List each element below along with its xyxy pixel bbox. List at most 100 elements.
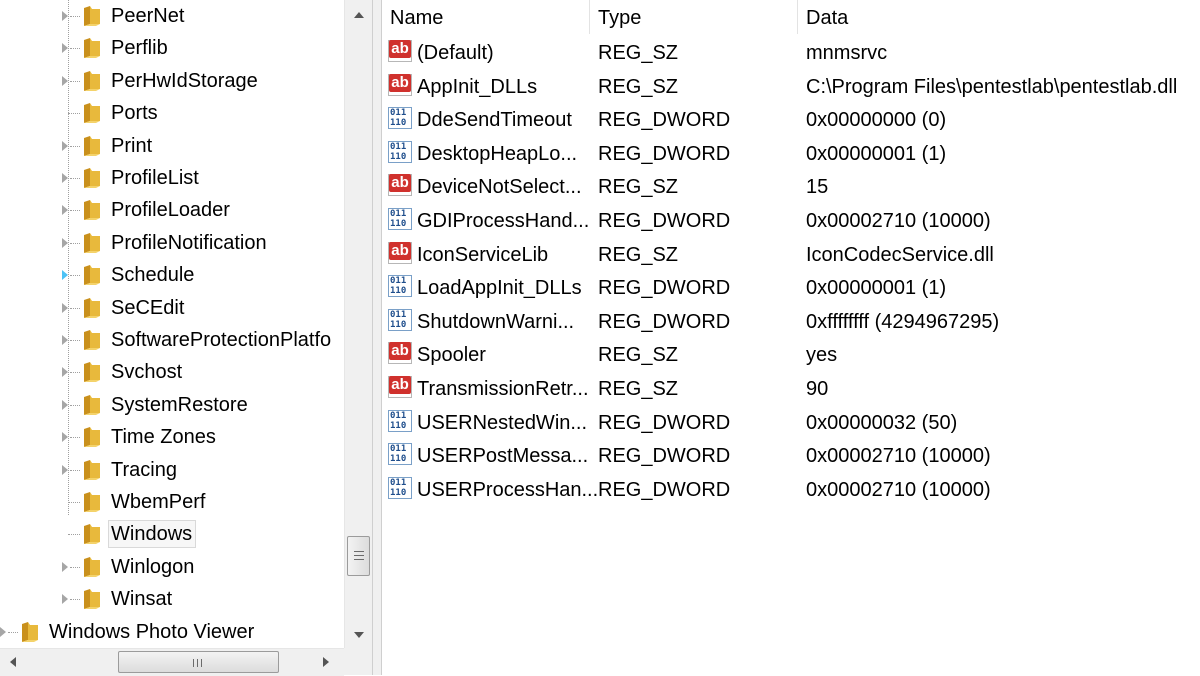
tree-item[interactable]: ProfileNotification xyxy=(0,228,344,258)
horizontal-scroll-thumb[interactable] xyxy=(118,651,279,673)
value-row[interactable]: 011 110 USERNestedWin... REG_DWORD 0x000000… xyxy=(382,406,1200,439)
scroll-up-arrow-icon[interactable] xyxy=(354,12,364,18)
folder-icon xyxy=(82,135,102,157)
icon-glyph: 011 110 xyxy=(390,276,407,297)
value-row[interactable]: ab TransmissionRetr... REG_SZ 90 xyxy=(382,372,1200,405)
value-row[interactable]: 011 110 USERPostMessa... REG_DWORD 0x000027… xyxy=(382,439,1200,472)
tree-connector-line xyxy=(70,599,80,601)
grip-line xyxy=(201,659,202,667)
tree-item[interactable]: WbemPerf xyxy=(0,487,344,517)
tree-item[interactable]: Windows Photo Viewer xyxy=(0,617,344,647)
tree-item[interactable]: Ports xyxy=(0,98,344,128)
value-row[interactable]: 011 110 GDIProcessHand... REG_DWORD 0x00002… xyxy=(382,204,1200,237)
value-data: 0x00000000 (0) xyxy=(806,109,947,132)
tree-item[interactable]: Winlogon xyxy=(0,552,344,582)
icon-glyph: ab xyxy=(389,241,411,260)
expand-arrow-icon[interactable] xyxy=(62,75,68,86)
tree-item-label: SystemRestore xyxy=(111,393,248,416)
value-row[interactable]: ab (Default) REG_SZ mnmsrvc xyxy=(382,36,1200,69)
binary-value-icon: 011 110 xyxy=(388,140,412,163)
tree-connector-line xyxy=(70,145,80,147)
expand-arrow-icon[interactable] xyxy=(62,270,68,281)
tree-connector-line xyxy=(70,80,80,82)
expand-arrow-icon[interactable] xyxy=(62,11,68,21)
scroll-left-arrow-icon[interactable] xyxy=(10,657,16,667)
scroll-right-arrow-icon[interactable] xyxy=(323,657,329,667)
tree-item[interactable]: PerHwIdStorage xyxy=(0,66,344,96)
tree-connector-line xyxy=(68,534,80,536)
icon-glyph: 011 110 xyxy=(390,444,407,465)
column-header-type[interactable]: Type xyxy=(590,0,798,34)
expand-arrow-icon[interactable] xyxy=(62,464,68,475)
vertical-scroll-thumb[interactable] xyxy=(347,536,370,576)
tree-item[interactable]: PeerNet xyxy=(0,1,344,31)
tree-item-label: ProfileLoader xyxy=(111,199,230,222)
expand-arrow-icon[interactable] xyxy=(62,335,68,345)
expand-arrow-icon[interactable] xyxy=(62,173,68,183)
value-data: mnmsrvc xyxy=(806,42,888,64)
value-type: REG_DWORD xyxy=(598,109,731,132)
tree-item[interactable]: SystemRestore xyxy=(0,390,344,420)
expand-arrow-icon[interactable] xyxy=(62,594,68,605)
registry-values-pane: Name Type Data ab (Default) REG_SZ mnmsrvc a… xyxy=(382,0,1200,675)
tree-item[interactable]: Schedule xyxy=(0,260,344,290)
value-row[interactable]: ab IconServiceLib REG_SZ IconCodecService.d… xyxy=(382,238,1200,271)
value-row[interactable]: ab AppInit_DLLs REG_SZ C:\Program Files\pen… xyxy=(382,70,1200,103)
value-row[interactable]: ab DeviceNotSelect... REG_SZ 15 xyxy=(382,170,1200,203)
grip-line xyxy=(354,555,364,556)
scroll-down-arrow-icon[interactable] xyxy=(354,632,364,638)
value-name: TransmissionRetr... xyxy=(417,378,589,400)
folder-icon xyxy=(82,102,102,124)
tree-connector-line xyxy=(70,566,80,568)
string-value-icon: ab xyxy=(388,376,412,398)
expand-arrow-icon[interactable] xyxy=(62,561,68,572)
tree-connector-line xyxy=(70,16,80,17)
expand-arrow-icon[interactable] xyxy=(62,237,68,248)
value-row[interactable]: 011 110 DdeSendTimeout REG_DWORD 0x00000000… xyxy=(382,103,1200,136)
tree-connector-line xyxy=(70,275,80,277)
value-type: REG_DWORD xyxy=(598,142,731,165)
value-data: yes xyxy=(806,344,838,367)
tree-item[interactable]: Time Zones xyxy=(0,422,344,452)
value-name: LoadAppInit_DLLs xyxy=(417,277,582,300)
value-row[interactable]: 011 110 LoadAppInit_DLLs REG_DWORD 0x000000… xyxy=(382,271,1200,304)
expand-arrow-icon[interactable] xyxy=(62,205,68,216)
tree-item[interactable]: Perflib xyxy=(0,33,344,63)
binary-value-icon: 011 110 xyxy=(388,308,412,331)
value-type: REG_DWORD xyxy=(598,210,731,232)
value-name: DeviceNotSelect... xyxy=(417,176,582,199)
tree-item[interactable]: ProfileLoader xyxy=(0,195,344,225)
tree-item[interactable]: ProfileList xyxy=(0,163,344,193)
value-row[interactable]: 011 110 DesktopHeapLo... REG_DWORD 0x000000… xyxy=(382,137,1200,170)
column-header-name[interactable]: Name xyxy=(382,0,590,34)
tree-item[interactable]: Svchost xyxy=(0,357,344,387)
tree-vertical-scrollbar[interactable] xyxy=(344,0,373,648)
tree-item-label: Ports xyxy=(111,102,158,125)
string-value-icon: ab xyxy=(388,174,412,197)
pane-splitter[interactable] xyxy=(372,0,382,675)
expand-arrow-icon[interactable] xyxy=(62,43,68,54)
value-row[interactable]: 011 110 ShutdownWarni... REG_DWORD 0xffffff… xyxy=(382,305,1200,338)
expand-arrow-icon[interactable] xyxy=(62,367,68,378)
tree-item[interactable]: Windows xyxy=(0,519,344,549)
expand-arrow-icon[interactable] xyxy=(62,140,68,151)
tree-item[interactable]: Print xyxy=(0,131,344,161)
tree-item[interactable]: Winsat xyxy=(0,584,344,614)
registry-key-tree: PeerNet Perflib PerHwIdStorage Ports Pri… xyxy=(0,0,344,648)
value-name: DesktopHeapLo... xyxy=(417,142,578,165)
tree-horizontal-scrollbar[interactable] xyxy=(0,648,344,676)
value-row[interactable]: ab Spooler REG_SZ yes xyxy=(382,338,1200,371)
tree-item[interactable]: Tracing xyxy=(0,455,344,485)
value-type: REG_SZ xyxy=(598,378,679,400)
expand-arrow-icon[interactable] xyxy=(62,399,68,410)
value-row[interactable]: 011 110 USERProcessHan... REG_DWORD 0x00002… xyxy=(382,473,1200,506)
tree-item[interactable]: SeCEdit xyxy=(0,293,344,323)
expand-arrow-icon[interactable] xyxy=(62,302,68,313)
icon-glyph: 011 110 xyxy=(390,141,407,162)
expand-arrow-icon[interactable] xyxy=(62,432,68,443)
tree-item[interactable]: SoftwareProtectionPlatfo xyxy=(0,325,344,355)
expand-arrow-icon[interactable] xyxy=(0,627,6,637)
icon-glyph: ab xyxy=(389,342,411,361)
tree-item-label: ProfileList xyxy=(111,167,199,189)
column-header-data[interactable]: Data xyxy=(798,0,1200,34)
